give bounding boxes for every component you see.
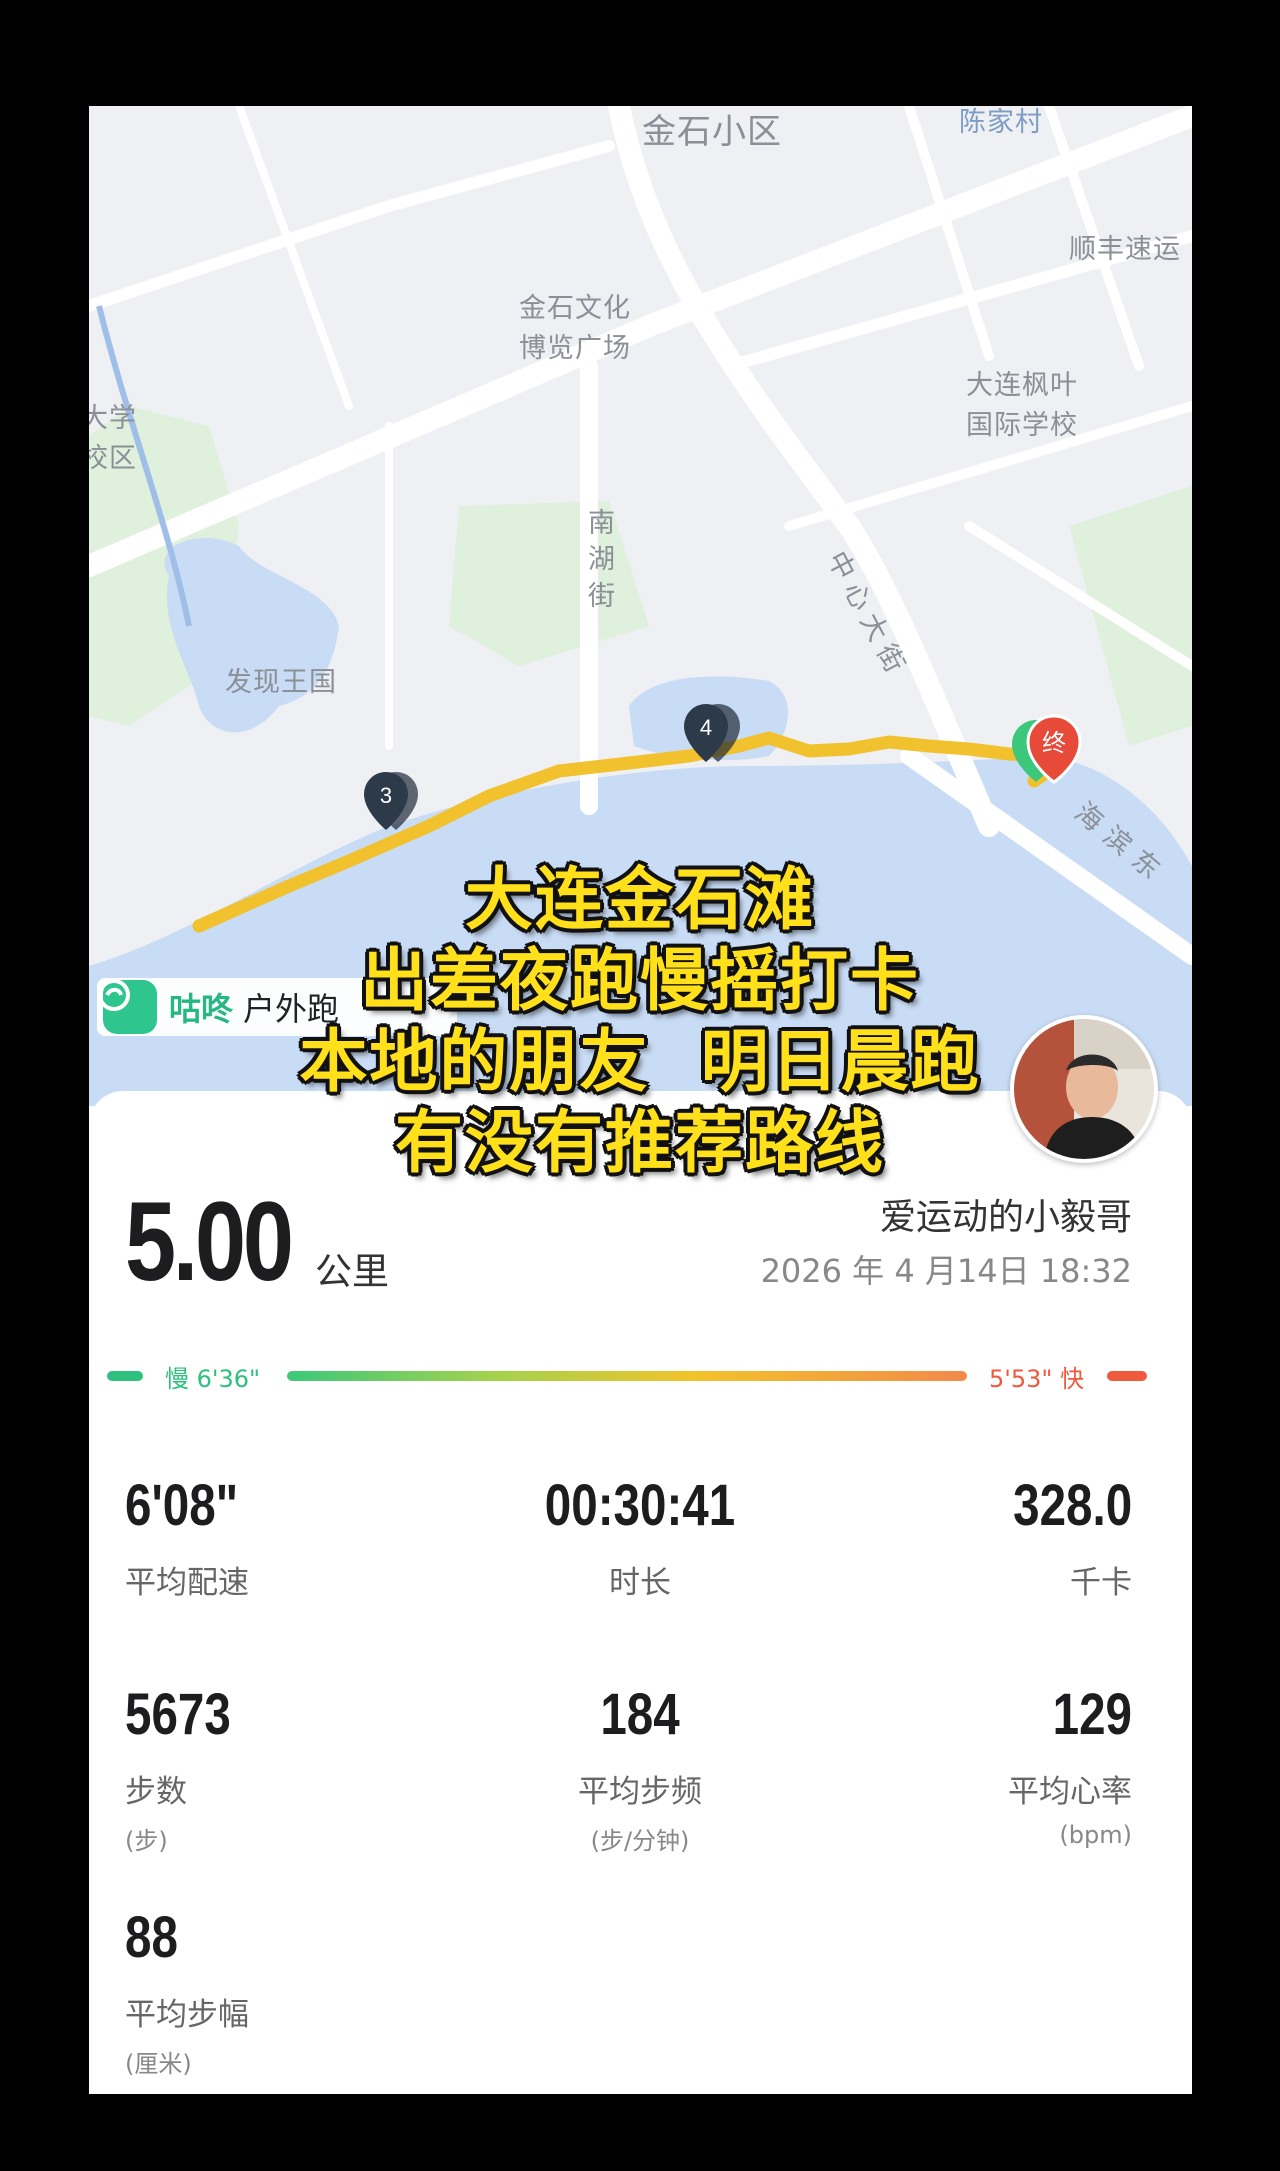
map-label: 金石小区: [642, 112, 782, 152]
stat-stride: 88 平均步幅 (厘米): [125, 1909, 249, 2079]
stat-value: 328.0: [1012, 1473, 1132, 1538]
map-label: 博览广场: [519, 333, 631, 364]
stat-value: 5673: [125, 1682, 231, 1747]
stat-label: 时长: [609, 1565, 671, 1601]
stat-duration: 00:30:41 时长: [490, 1477, 790, 1602]
park-area: [449, 501, 649, 666]
lake: [164, 537, 339, 733]
map-label: 南湖街: [588, 508, 616, 612]
map-label: 陈家村: [959, 107, 1043, 138]
caption-line: 出差夜跑慢摇打卡: [359, 941, 920, 1021]
slow-pace-swatch: [107, 1371, 143, 1381]
stat-unit: (厘米): [125, 2050, 192, 2078]
stat-label: 步数: [125, 1774, 187, 1810]
stat-label: 平均配速: [125, 1565, 249, 1601]
fast-pace-label: 5'53" 快: [989, 1365, 1085, 1393]
caption-overlay: 大连金石滩 出差夜跑慢摇打卡 本地的朋友 明日晨跑 有没有推荐路线: [0, 860, 1280, 1184]
caption-line: 有没有推荐路线: [394, 1103, 885, 1183]
stat-label: 平均心率: [1008, 1774, 1132, 1810]
run-datetime: 2026 年 4 月14日 18:32: [760, 1252, 1132, 1290]
caption-line: 大连金石滩: [464, 860, 815, 940]
map-label: 大连枫叶: [966, 370, 1078, 401]
stat-unit: (bpm): [1059, 1821, 1132, 1849]
stat-value: 00:30:41: [544, 1473, 736, 1538]
map-label: 金石文化: [519, 293, 631, 324]
username[interactable]: 爱运动的小毅哥: [880, 1188, 1132, 1240]
stat-label: 平均步频: [578, 1774, 702, 1810]
pace-gradient-bar: [287, 1371, 967, 1381]
stat-calories: 328.0 千卡: [987, 1477, 1132, 1602]
park-area: [1069, 486, 1192, 746]
distance-value: 5.00: [125, 1179, 294, 1304]
stat-value: 88: [125, 1905, 178, 1970]
finish-label: 终: [1042, 729, 1066, 757]
stat-steps: 5673 步数 (步): [125, 1686, 254, 1856]
stat-cadence: 184 平均步频 (步/分钟): [490, 1686, 790, 1856]
map-label: 国际学校: [966, 410, 1078, 441]
summary-card: 5.00 公里 爱运动的小毅哥 2026 年 4 月14日 18:32 慢 6'…: [89, 1091, 1192, 2094]
stat-label: 平均步幅: [125, 1997, 249, 2033]
stat-heart-rate: 129 平均心率 (bpm): [1008, 1682, 1132, 1850]
slow-pace-label: 慢 6'36": [165, 1365, 261, 1393]
map-label: 顺丰速运: [1069, 234, 1181, 265]
fast-pace-swatch: [1107, 1371, 1147, 1381]
stat-value: 6'08": [125, 1473, 239, 1538]
pace-legend: 慢 6'36" 5'53" 快: [107, 1359, 1167, 1393]
stat-value: 129: [1052, 1682, 1132, 1747]
stat-avg-pace: 6'08" 平均配速: [125, 1477, 263, 1602]
marker-label: 4: [700, 715, 712, 740]
stat-unit: (步/分钟): [590, 1827, 690, 1855]
map-label: 校区: [89, 443, 137, 474]
caption-line: 本地的朋友 明日晨跑: [299, 1022, 981, 1102]
marker-label: 3: [380, 783, 392, 808]
stat-label: 千卡: [1070, 1565, 1132, 1601]
map-label: 发现王国: [225, 667, 337, 698]
map-label: 大学: [89, 403, 137, 434]
stat-unit: (步): [125, 1827, 168, 1855]
stat-value: 184: [600, 1682, 680, 1747]
distance-unit: 公里: [315, 1250, 389, 1293]
